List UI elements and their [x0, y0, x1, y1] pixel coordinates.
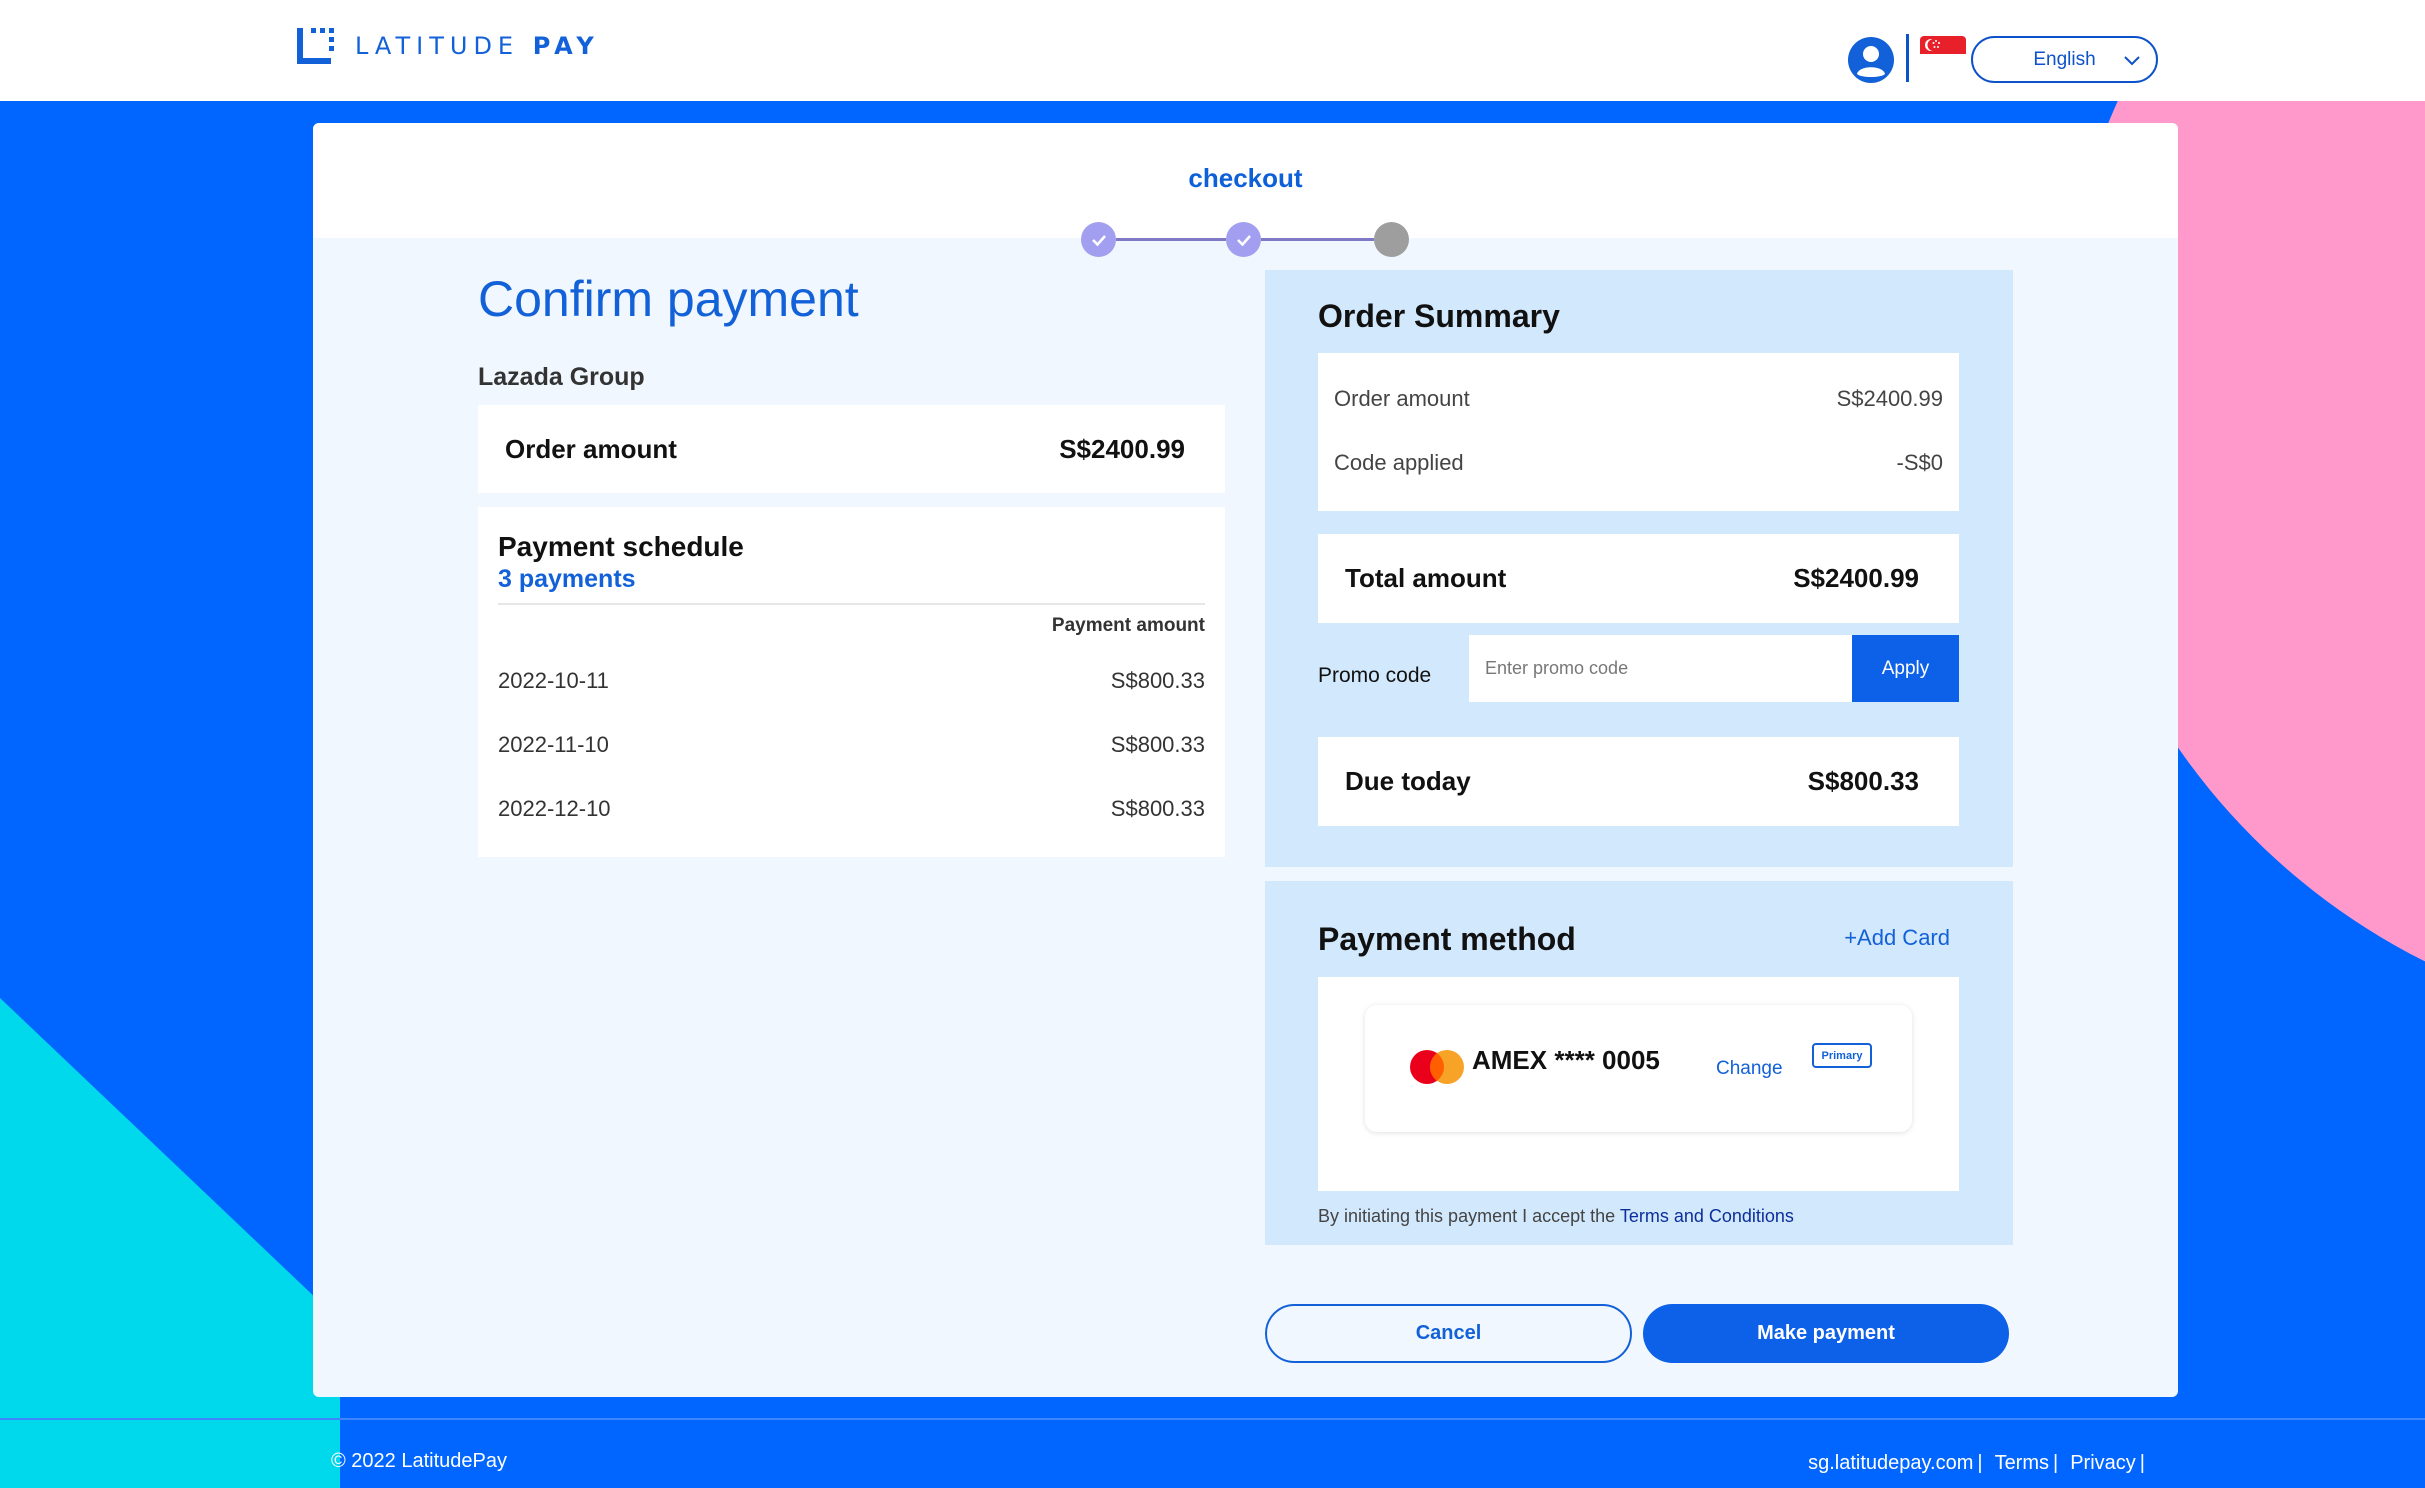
cancel-button[interactable]: Cancel	[1265, 1304, 1632, 1363]
payment-method-box: AMEX **** 0005 Change Primary	[1318, 977, 1959, 1191]
schedule-amount: S$800.33	[1110, 668, 1205, 693]
user-account-icon[interactable]	[1847, 36, 1895, 84]
step-connector	[1261, 238, 1374, 241]
language-select[interactable]: English	[1971, 36, 2158, 83]
footer-separator: |	[2053, 1452, 2059, 1474]
change-card-link[interactable]: Change	[1716, 1058, 1783, 1080]
footer-link-terms[interactable]: Terms	[1995, 1452, 2049, 1474]
mastercard-icon	[1410, 1050, 1464, 1084]
footer-separator: |	[2139, 1452, 2145, 1474]
terms-link[interactable]: Terms and Conditions	[1620, 1206, 1794, 1226]
total-amount-value: S$2400.99	[1793, 563, 1919, 593]
schedule-amount: S$800.33	[1110, 732, 1205, 757]
footer-copyright: © 2022 LatitudePay	[331, 1450, 507, 1472]
chevron-down-icon	[2124, 56, 2140, 66]
due-today-label: Due today	[1345, 766, 1471, 796]
schedule-count: 3 payments	[498, 565, 636, 593]
step-3-pending	[1374, 222, 1409, 257]
brand-bold-text: PAY	[532, 32, 600, 60]
schedule-row: 2022-11-10 S$800.33	[498, 732, 1205, 758]
header-divider	[1906, 34, 1909, 82]
due-today-box: Due today S$800.33	[1318, 737, 1959, 826]
page-title: Confirm payment	[478, 271, 859, 327]
apply-promo-button[interactable]: Apply	[1852, 635, 1959, 702]
make-payment-button[interactable]: Make payment	[1643, 1304, 2009, 1363]
schedule-title: Payment schedule	[498, 531, 744, 562]
order-amount-box: Order amount S$2400.99	[478, 405, 1225, 493]
singapore-flag-icon[interactable]	[1920, 36, 1966, 72]
summary-line-label: Order amount	[1334, 386, 1470, 411]
summary-line-label: Code applied	[1334, 450, 1464, 475]
order-amount-value: S$2400.99	[1059, 433, 1185, 464]
summary-line-value: -S$0	[1896, 450, 1943, 475]
order-summary-title: Order Summary	[1318, 298, 1560, 334]
brand-wordmark: LATITUDE PAY	[355, 32, 600, 60]
summary-line-order-amount: Order amount S$2400.99	[1334, 386, 1943, 412]
latitudepay-logo[interactable]: LATITUDE PAY	[297, 26, 600, 66]
top-header: LATITUDE PAY English	[0, 0, 2425, 101]
promo-code-input[interactable]	[1469, 635, 1852, 702]
schedule-divider	[498, 603, 1205, 605]
promo-code-label: Promo code	[1318, 664, 1432, 687]
total-amount-box: Total amount S$2400.99	[1318, 534, 1959, 623]
schedule-date: 2022-12-10	[498, 796, 611, 821]
latitude-logo-icon	[297, 28, 334, 64]
due-today-value: S$800.33	[1807, 766, 1919, 796]
footer-link-site[interactable]: sg.latitudepay.com	[1808, 1452, 1973, 1474]
brand-light-text: LATITUDE	[355, 32, 520, 60]
schedule-row: 2022-10-11 S$800.33	[498, 668, 1205, 694]
summary-line-code-applied: Code applied -S$0	[1334, 450, 1943, 476]
terms-prefix: By initiating this payment I accept the	[1318, 1206, 1620, 1226]
footer-link-privacy[interactable]: Privacy	[2070, 1452, 2136, 1474]
language-value: English	[2033, 48, 2096, 70]
payment-method-title: Payment method	[1318, 921, 1576, 957]
total-amount-label: Total amount	[1345, 563, 1507, 593]
schedule-amount: S$800.33	[1110, 796, 1205, 821]
schedule-column-header: Payment amount	[1051, 615, 1205, 636]
payment-schedule: Payment schedule 3 payments Payment amou…	[478, 507, 1225, 857]
schedule-date: 2022-11-10	[498, 732, 609, 757]
footer-divider	[0, 1418, 2425, 1420]
check-icon	[1091, 234, 1106, 246]
checkout-title: checkout	[1188, 163, 1303, 193]
primary-badge: Primary	[1812, 1043, 1872, 1068]
checkout-card: checkout Confirm payment Lazada Group Or…	[313, 123, 2178, 1397]
summary-line-value: S$2400.99	[1836, 386, 1943, 411]
terms-notice: By initiating this payment I accept the …	[1318, 1206, 1794, 1227]
step-2-complete	[1226, 222, 1261, 257]
summary-lines: Order amount S$2400.99 Code applied -S$0	[1318, 353, 1959, 511]
add-card-link[interactable]: +Add Card	[1844, 925, 1950, 951]
order-amount-label: Order amount	[505, 433, 677, 464]
payment-method-panel: Payment method +Add Card AMEX **** 0005 …	[1265, 881, 2013, 1245]
schedule-date: 2022-10-11	[498, 668, 609, 693]
footer-links: sg.latitudepay.com | Terms | Privacy |	[1808, 1452, 2157, 1475]
check-icon	[1236, 234, 1251, 246]
card-number: AMEX **** 0005	[1472, 1045, 1660, 1075]
footer-separator: |	[1977, 1452, 1983, 1474]
schedule-row: 2022-12-10 S$800.33	[498, 796, 1205, 822]
progress-stepper	[1081, 220, 1417, 260]
merchant-name: Lazada Group	[478, 363, 645, 391]
step-connector	[1116, 238, 1226, 241]
step-1-complete	[1081, 222, 1116, 257]
saved-card[interactable]: AMEX **** 0005 Change Primary	[1365, 1005, 1912, 1132]
order-summary-panel: Order Summary Order amount S$2400.99 Cod…	[1265, 270, 2013, 867]
